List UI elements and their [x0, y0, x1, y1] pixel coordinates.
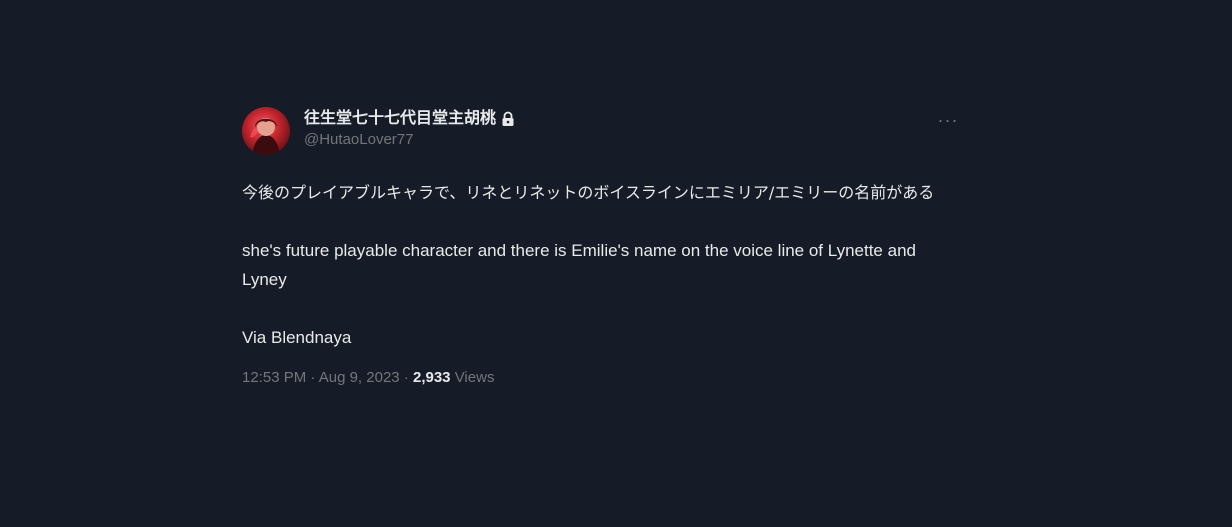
author-display-name[interactable]: 往生堂七十七代目堂主胡桃	[304, 108, 496, 130]
tweet-text-english: she's future playable character and ther…	[242, 241, 916, 289]
tweet-text-via: Via Blendnaya	[242, 328, 352, 347]
author-names: 往生堂七十七代目堂主胡桃 @HutaoLover77	[304, 108, 515, 150]
tweet-date[interactable]: Aug 9, 2023	[319, 369, 400, 386]
tweet-header: 往生堂七十七代目堂主胡桃 @HutaoLover77 ···	[242, 106, 962, 158]
more-icon: ···	[937, 109, 959, 130]
views-count[interactable]: 2,933	[413, 369, 451, 386]
avatar-image	[250, 118, 280, 155]
tweet-text-japanese: 今後のプレイアブルキャラで、リネとリネットのボイスラインにエミリア/エミリーの名…	[242, 183, 935, 202]
views-label: Views	[450, 369, 495, 386]
author-display-name-row[interactable]: 往生堂七十七代目堂主胡桃	[304, 108, 515, 130]
lock-icon	[501, 111, 515, 127]
author-handle[interactable]: @HutaoLover77	[304, 130, 515, 150]
tweet-time[interactable]: 12:53 PM	[242, 369, 306, 386]
tweet-metadata: 12:53 PM · Aug 9, 2023 · 2,933 Views	[242, 368, 962, 388]
more-options-button[interactable]: ···	[936, 108, 960, 132]
tweet-card: 往生堂七十七代目堂主胡桃 @HutaoLover77 ··· 今後のプレイアブル…	[242, 106, 962, 388]
meta-separator: ·	[399, 369, 413, 386]
meta-separator: ·	[306, 369, 319, 386]
tweet-text: 今後のプレイアブルキャラで、リネとリネットのボイスラインにエミリア/エミリーの名…	[242, 178, 962, 352]
avatar[interactable]	[242, 107, 290, 155]
